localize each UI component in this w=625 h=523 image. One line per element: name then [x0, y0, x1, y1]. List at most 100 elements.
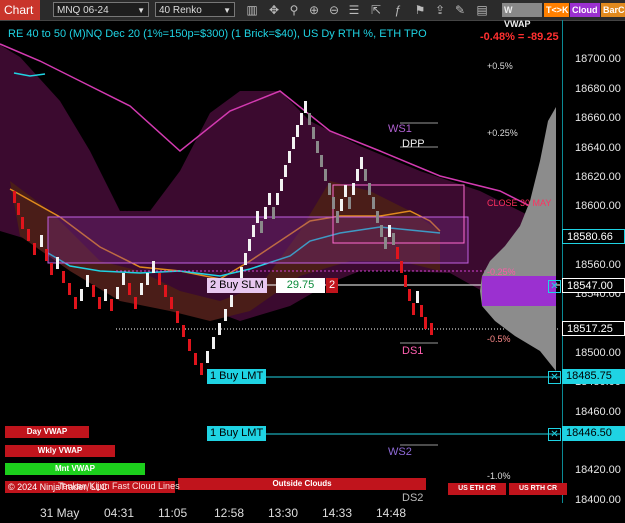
percent-change: -0.48% = -89.25 [480, 31, 559, 43]
us-eth-button[interactable]: US ETH CR [448, 483, 506, 495]
drawing-icon[interactable]: ✎ [452, 2, 468, 18]
y-tick: 18460.00 [575, 406, 621, 418]
renko-brick [364, 169, 367, 181]
renko-brick [86, 275, 89, 287]
renko-brick [244, 253, 247, 265]
y-tick: 18560.00 [575, 259, 621, 271]
renko-brick [292, 137, 295, 149]
instrument-label: MNQ 06-24 [57, 5, 109, 16]
renko-brick [98, 297, 101, 309]
renko-brick [170, 297, 173, 309]
chart-title: RE 40 to 50 (M)NQ Dec 20 (1%=150p=$300) … [8, 28, 427, 40]
renko-brick [56, 257, 59, 269]
renko-brick [45, 249, 48, 261]
zoom-in-icon[interactable]: ⊕ [306, 2, 322, 18]
close-30-may-label: CLOSE 30 MAY [487, 198, 552, 208]
x-tick: 12:58 [214, 506, 245, 520]
renko-brick [392, 233, 395, 245]
ds2-label: DS2 [402, 492, 424, 504]
renko-brick [380, 225, 383, 237]
tk-chip[interactable]: T<>K [544, 3, 569, 17]
renko-brick [324, 169, 327, 181]
price-box-stop: 18547.00 [562, 278, 625, 293]
renko-brick [404, 275, 407, 287]
buy-slm-qty-badge[interactable]: 2 [326, 278, 339, 293]
bar-chart-icon[interactable]: ▥ [244, 2, 260, 18]
renko-brick [276, 193, 279, 205]
indicators-icon[interactable]: ƒ [390, 2, 406, 18]
renko-brick [110, 299, 113, 311]
renko-brick [21, 217, 24, 229]
buy-lmt-order-tag-1[interactable]: 1 Buy LMT [207, 369, 267, 384]
renko-brick [104, 289, 107, 301]
renko-brick [80, 289, 83, 301]
buy-slm-price-field[interactable]: 29.75 [276, 278, 325, 293]
renko-brick [74, 297, 77, 309]
renko-brick [122, 273, 125, 285]
close-icon[interactable]: ✕ [548, 428, 561, 441]
barco-chip[interactable]: BarCo [601, 3, 625, 17]
renko-brick [430, 323, 433, 335]
renko-brick [408, 289, 411, 301]
renko-brick [188, 339, 191, 351]
renko-brick [62, 271, 65, 283]
renko-brick [40, 235, 43, 247]
renko-brick [146, 273, 149, 285]
renko-brick [33, 243, 36, 255]
y-tick: 18500.00 [575, 347, 621, 359]
renko-brick [206, 351, 209, 363]
wkly-vwap-button[interactable]: Wkly VWAP [5, 445, 115, 457]
renko-brick [332, 197, 335, 209]
renko-brick [340, 199, 343, 211]
pct-level-label: -0.25% [487, 267, 516, 277]
layout-icon[interactable]: ▤ [474, 2, 490, 18]
instrument-selector[interactable]: MNQ 06-24 ▼ [53, 2, 149, 17]
renko-brick [230, 295, 233, 307]
volume-profile-value-area [482, 276, 556, 306]
properties-icon[interactable]: ☰ [346, 2, 362, 18]
us-rth-button[interactable]: US RTH CR [509, 483, 567, 495]
dpp-label: DPP [402, 138, 425, 150]
renko-brick [152, 261, 155, 273]
strategies-icon[interactable]: ⚑ [412, 2, 428, 18]
x-tick: 04:31 [104, 506, 135, 520]
renko-brick [264, 207, 267, 219]
bar-type-selector[interactable]: 40 Renko ▼ [155, 2, 235, 17]
bar-type-label: 40 Renko [159, 5, 202, 16]
pin-icon[interactable]: ⚲ [286, 2, 302, 18]
renko-brick [116, 287, 119, 299]
renko-brick [164, 285, 167, 297]
renko-brick [304, 101, 307, 113]
close-icon[interactable]: ✕ [548, 371, 561, 384]
renko-brick [17, 203, 20, 215]
buy-lmt-order-tag-2[interactable]: 1 Buy LMT [207, 426, 267, 441]
close-icon[interactable]: ✕ [548, 280, 561, 293]
renko-brick [300, 113, 303, 125]
renko-brick [68, 283, 71, 295]
wvwap-chip[interactable]: W VWAP [502, 3, 542, 29]
renko-brick [316, 141, 319, 153]
renko-brick [368, 183, 371, 195]
cursor-icon[interactable]: ⇱ [368, 2, 384, 18]
x-tick: 31 May [40, 506, 80, 520]
crosshair-icon[interactable]: ✥ [266, 2, 282, 18]
chart-toolbar: Chart MNQ 06-24 ▼ 40 Renko ▼ ▥ ✥ ⚲ ⊕ ⊖ ☰ ⇱… [0, 0, 625, 29]
y-tick: 18660.00 [575, 112, 621, 124]
buy-slm-order-tag[interactable]: 2 Buy SLM [207, 278, 267, 293]
chart-tab[interactable]: Chart [0, 0, 40, 20]
renko-brick [27, 229, 30, 241]
y-tick: 18680.00 [575, 83, 621, 95]
x-tick: 13:30 [268, 506, 299, 520]
outside-clouds-button[interactable]: Outside Clouds [178, 478, 426, 490]
mnt-vwap-button[interactable]: Mnt VWAP [5, 463, 145, 475]
pct-level-label: -0.5% [487, 334, 511, 344]
cloud-chip[interactable]: Cloud [570, 3, 600, 17]
ds1-label: DS1 [402, 345, 424, 357]
zoom-out-icon[interactable]: ⊖ [326, 2, 342, 18]
price-box-limit-1: 18485.75 [562, 369, 625, 384]
pct-level-label: +0.25% [487, 128, 518, 138]
day-vwap-button[interactable]: Day VWAP [5, 426, 89, 438]
renko-brick [268, 193, 271, 205]
renko-brick [288, 151, 291, 163]
share-icon[interactable]: ⇪ [432, 2, 448, 18]
